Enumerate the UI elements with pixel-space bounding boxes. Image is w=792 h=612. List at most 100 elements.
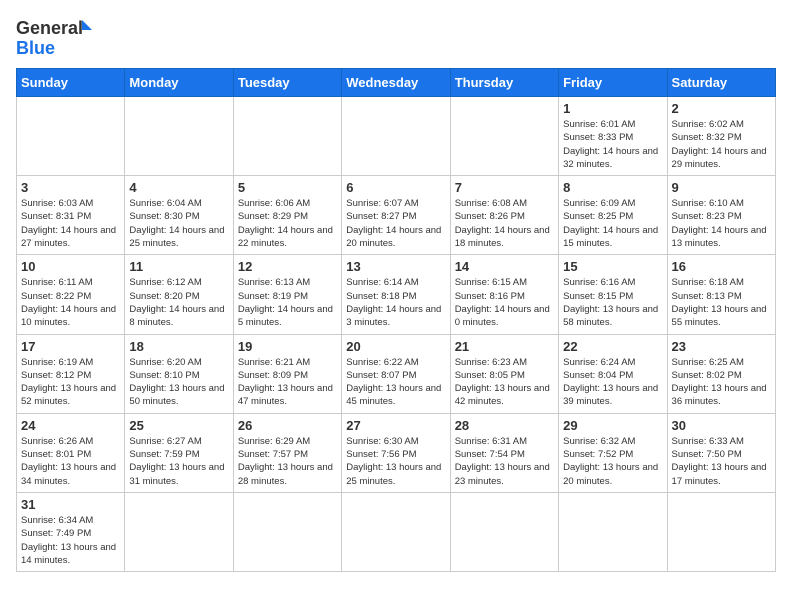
calendar-cell: 31Sunrise: 6:34 AM Sunset: 7:49 PM Dayli…: [17, 492, 125, 571]
calendar-week-0: 1Sunrise: 6:01 AM Sunset: 8:33 PM Daylig…: [17, 97, 776, 176]
day-number: 26: [238, 418, 337, 433]
day-number: 5: [238, 180, 337, 195]
calendar-cell: 3 Sunrise: 6:03 AM Sunset: 8:31 PM Daylig…: [17, 176, 125, 255]
day-number: 18: [129, 339, 228, 354]
calendar-cell: 24 Sunrise: 6:26 AM Sunset: 8:01 PM Dayli…: [17, 413, 125, 492]
day-number: 4: [129, 180, 228, 195]
day-info: Sunrise: 6:32 AM Sunset: 7:52 PM Dayligh…: [563, 435, 662, 488]
day-info: Sunrise: 6:15 AM Sunset: 8:16 PM Dayligh…: [455, 276, 554, 329]
calendar-header-row: SundayMondayTuesdayWednesdayThursdayFrid…: [17, 69, 776, 97]
calendar-cell: 16 Sunrise: 6:18 AM Sunset: 8:13 PM Dayli…: [667, 255, 775, 334]
day-number: 20: [346, 339, 445, 354]
day-number: 12: [238, 259, 337, 274]
calendar-week-1: 3 Sunrise: 6:03 AM Sunset: 8:31 PM Daylig…: [17, 176, 776, 255]
calendar-cell: 7 Sunrise: 6:08 AM Sunset: 8:26 PM Daylig…: [450, 176, 558, 255]
day-info: Sunrise: 6:10 AM Sunset: 8:23 PM Dayligh…: [672, 197, 771, 250]
logo: GeneralBlue: [16, 16, 96, 60]
day-number: 1: [563, 101, 662, 116]
calendar-cell: 18 Sunrise: 6:20 AM Sunset: 8:10 PM Dayli…: [125, 334, 233, 413]
calendar-cell: 28Sunrise: 6:31 AM Sunset: 7:54 PM Dayli…: [450, 413, 558, 492]
day-info: Sunrise: 6:06 AM Sunset: 8:29 PM Dayligh…: [238, 197, 337, 250]
day-header-tuesday: Tuesday: [233, 69, 341, 97]
calendar-cell: 19 Sunrise: 6:21 AM Sunset: 8:09 PM Dayli…: [233, 334, 341, 413]
calendar-cell: [125, 97, 233, 176]
day-info: Sunrise: 6:21 AM Sunset: 8:09 PM Dayligh…: [238, 356, 337, 409]
day-number: 19: [238, 339, 337, 354]
calendar-cell: 11 Sunrise: 6:12 AM Sunset: 8:20 PM Dayli…: [125, 255, 233, 334]
day-header-saturday: Saturday: [667, 69, 775, 97]
day-info: Sunrise: 6:20 AM Sunset: 8:10 PM Dayligh…: [129, 356, 228, 409]
calendar-cell: 29 Sunrise: 6:32 AM Sunset: 7:52 PM Dayli…: [559, 413, 667, 492]
calendar-week-3: 17 Sunrise: 6:19 AM Sunset: 8:12 PM Dayli…: [17, 334, 776, 413]
logo-svg: GeneralBlue: [16, 16, 96, 60]
day-info: Sunrise: 6:07 AM Sunset: 8:27 PM Dayligh…: [346, 197, 445, 250]
calendar-cell: [342, 97, 450, 176]
day-info: Sunrise: 6:04 AM Sunset: 8:30 PM Dayligh…: [129, 197, 228, 250]
calendar-cell: 26 Sunrise: 6:29 AM Sunset: 7:57 PM Dayli…: [233, 413, 341, 492]
calendar-cell: 20 Sunrise: 6:22 AM Sunset: 8:07 PM Dayli…: [342, 334, 450, 413]
calendar-cell: 21 Sunrise: 6:23 AM Sunset: 8:05 PM Dayli…: [450, 334, 558, 413]
calendar-cell: 6Sunrise: 6:07 AM Sunset: 8:27 PM Daylig…: [342, 176, 450, 255]
day-number: 23: [672, 339, 771, 354]
day-info: Sunrise: 6:03 AM Sunset: 8:31 PM Dayligh…: [21, 197, 120, 250]
calendar-cell: 13Sunrise: 6:14 AM Sunset: 8:18 PM Dayli…: [342, 255, 450, 334]
calendar-cell: 10Sunrise: 6:11 AM Sunset: 8:22 PM Dayli…: [17, 255, 125, 334]
calendar-week-5: 31Sunrise: 6:34 AM Sunset: 7:49 PM Dayli…: [17, 492, 776, 571]
day-info: Sunrise: 6:02 AM Sunset: 8:32 PM Dayligh…: [672, 118, 771, 171]
calendar-cell: 15Sunrise: 6:16 AM Sunset: 8:15 PM Dayli…: [559, 255, 667, 334]
day-number: 11: [129, 259, 228, 274]
calendar-week-4: 24 Sunrise: 6:26 AM Sunset: 8:01 PM Dayli…: [17, 413, 776, 492]
day-info: Sunrise: 6:22 AM Sunset: 8:07 PM Dayligh…: [346, 356, 445, 409]
day-info: Sunrise: 6:13 AM Sunset: 8:19 PM Dayligh…: [238, 276, 337, 329]
day-info: Sunrise: 6:26 AM Sunset: 8:01 PM Dayligh…: [21, 435, 120, 488]
day-info: Sunrise: 6:33 AM Sunset: 7:50 PM Dayligh…: [672, 435, 771, 488]
calendar-cell: [125, 492, 233, 571]
day-number: 2: [672, 101, 771, 116]
day-header-friday: Friday: [559, 69, 667, 97]
day-info: Sunrise: 6:09 AM Sunset: 8:25 PM Dayligh…: [563, 197, 662, 250]
day-info: Sunrise: 6:12 AM Sunset: 8:20 PM Dayligh…: [129, 276, 228, 329]
day-info: Sunrise: 6:29 AM Sunset: 7:57 PM Dayligh…: [238, 435, 337, 488]
calendar-cell: [450, 97, 558, 176]
calendar-cell: 4 Sunrise: 6:04 AM Sunset: 8:30 PM Daylig…: [125, 176, 233, 255]
calendar-cell: [342, 492, 450, 571]
day-number: 29: [563, 418, 662, 433]
day-number: 30: [672, 418, 771, 433]
day-header-monday: Monday: [125, 69, 233, 97]
calendar-cell: 8Sunrise: 6:09 AM Sunset: 8:25 PM Daylig…: [559, 176, 667, 255]
day-header-thursday: Thursday: [450, 69, 558, 97]
day-info: Sunrise: 6:30 AM Sunset: 7:56 PM Dayligh…: [346, 435, 445, 488]
calendar-cell: 27Sunrise: 6:30 AM Sunset: 7:56 PM Dayli…: [342, 413, 450, 492]
calendar-cell: 12 Sunrise: 6:13 AM Sunset: 8:19 PM Dayli…: [233, 255, 341, 334]
day-info: Sunrise: 6:25 AM Sunset: 8:02 PM Dayligh…: [672, 356, 771, 409]
day-info: Sunrise: 6:08 AM Sunset: 8:26 PM Dayligh…: [455, 197, 554, 250]
day-number: 16: [672, 259, 771, 274]
day-number: 3: [21, 180, 120, 195]
day-info: Sunrise: 6:19 AM Sunset: 8:12 PM Dayligh…: [21, 356, 120, 409]
day-info: Sunrise: 6:31 AM Sunset: 7:54 PM Dayligh…: [455, 435, 554, 488]
day-number: 24: [21, 418, 120, 433]
day-number: 25: [129, 418, 228, 433]
calendar-cell: 17 Sunrise: 6:19 AM Sunset: 8:12 PM Dayli…: [17, 334, 125, 413]
calendar-cell: 22Sunrise: 6:24 AM Sunset: 8:04 PM Dayli…: [559, 334, 667, 413]
day-info: Sunrise: 6:34 AM Sunset: 7:49 PM Dayligh…: [21, 514, 120, 567]
calendar-cell: 23 Sunrise: 6:25 AM Sunset: 8:02 PM Dayli…: [667, 334, 775, 413]
calendar-cell: [667, 492, 775, 571]
day-info: Sunrise: 6:16 AM Sunset: 8:15 PM Dayligh…: [563, 276, 662, 329]
day-info: Sunrise: 6:23 AM Sunset: 8:05 PM Dayligh…: [455, 356, 554, 409]
svg-text:Blue: Blue: [16, 38, 55, 58]
day-number: 21: [455, 339, 554, 354]
day-header-sunday: Sunday: [17, 69, 125, 97]
calendar-cell: [450, 492, 558, 571]
calendar-cell: [559, 492, 667, 571]
calendar-cell: 9 Sunrise: 6:10 AM Sunset: 8:23 PM Daylig…: [667, 176, 775, 255]
day-info: Sunrise: 6:11 AM Sunset: 8:22 PM Dayligh…: [21, 276, 120, 329]
day-number: 7: [455, 180, 554, 195]
day-number: 9: [672, 180, 771, 195]
calendar-cell: [17, 97, 125, 176]
calendar-cell: 14Sunrise: 6:15 AM Sunset: 8:16 PM Dayli…: [450, 255, 558, 334]
day-info: Sunrise: 6:18 AM Sunset: 8:13 PM Dayligh…: [672, 276, 771, 329]
calendar-week-2: 10Sunrise: 6:11 AM Sunset: 8:22 PM Dayli…: [17, 255, 776, 334]
calendar-cell: 1Sunrise: 6:01 AM Sunset: 8:33 PM Daylig…: [559, 97, 667, 176]
day-number: 17: [21, 339, 120, 354]
